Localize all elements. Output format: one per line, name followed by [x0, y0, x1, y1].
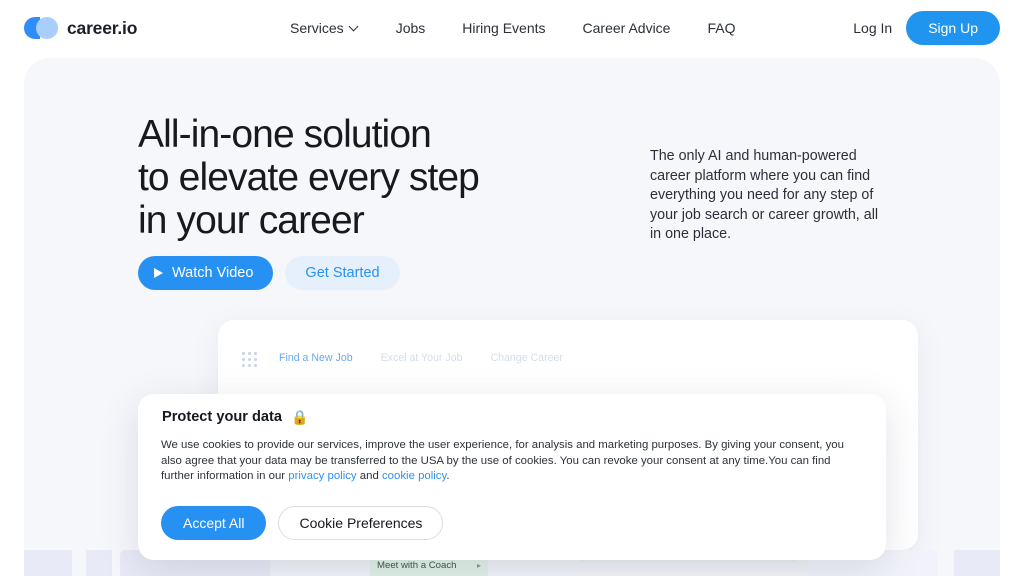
lock-icon: 🔒 [291, 409, 309, 425]
login-link[interactable]: Log In [853, 20, 892, 36]
nav-item-career-advice[interactable]: Career Advice [583, 20, 671, 36]
cookie-body-end: . [446, 470, 450, 483]
cookie-body-conjunction: and [356, 470, 382, 483]
cookie-title-text: Protect your data [162, 409, 283, 425]
cookie-banner-title: Protect your data 🔒 [162, 409, 308, 425]
page-root: career.io Services Jobs Hiring Events Ca… [0, 0, 1024, 576]
nav-item-hiring-events[interactable]: Hiring Events [462, 20, 545, 36]
brand-name: career.io [67, 17, 138, 38]
site-header: career.io Services Jobs Hiring Events Ca… [0, 0, 1024, 56]
signup-button[interactable]: Sign Up [906, 11, 1000, 45]
coach-pill-label: Meet with a Coach [377, 559, 457, 571]
mock-tab-excel-at-your-job[interactable]: Excel at Your Job [381, 352, 463, 364]
chevron-right-icon: ▸ [476, 560, 481, 570]
mock-tab-find-a-new-job[interactable]: Find a New Job [279, 352, 353, 364]
accept-all-button[interactable]: Accept All [161, 506, 267, 540]
mock-tab-bar: Find a New Job Excel at Your Job Change … [279, 352, 563, 364]
chevron-down-icon [350, 23, 359, 32]
career-logo-icon [24, 17, 58, 39]
main-navigation: Services Jobs Hiring Events Career Advic… [290, 0, 735, 56]
brand-logo[interactable]: career.io [24, 17, 137, 39]
mock-tab-change-career[interactable]: Change Career [490, 352, 562, 364]
cookie-body-text: We use cookies to provide our services, … [161, 439, 844, 483]
cookie-preferences-button[interactable]: Cookie Preferences [278, 506, 444, 540]
privacy-policy-link[interactable]: privacy policy [288, 470, 356, 482]
cookie-policy-link[interactable]: cookie policy [382, 470, 446, 482]
cookie-banner-body: We use cookies to provide our services, … [161, 438, 863, 485]
cookie-consent-banner: Protect your data 🔒 We use cookies to pr… [138, 394, 886, 560]
app-grid-icon[interactable] [242, 352, 258, 368]
nav-item-faq[interactable]: FAQ [707, 20, 735, 36]
nav-label-services: Services [290, 20, 344, 36]
auth-actions: Log In Sign Up [853, 0, 1000, 56]
nav-item-jobs[interactable]: Jobs [396, 20, 426, 36]
cookie-banner-actions: Accept All Cookie Preferences [161, 506, 444, 540]
nav-item-services[interactable]: Services [290, 20, 359, 36]
